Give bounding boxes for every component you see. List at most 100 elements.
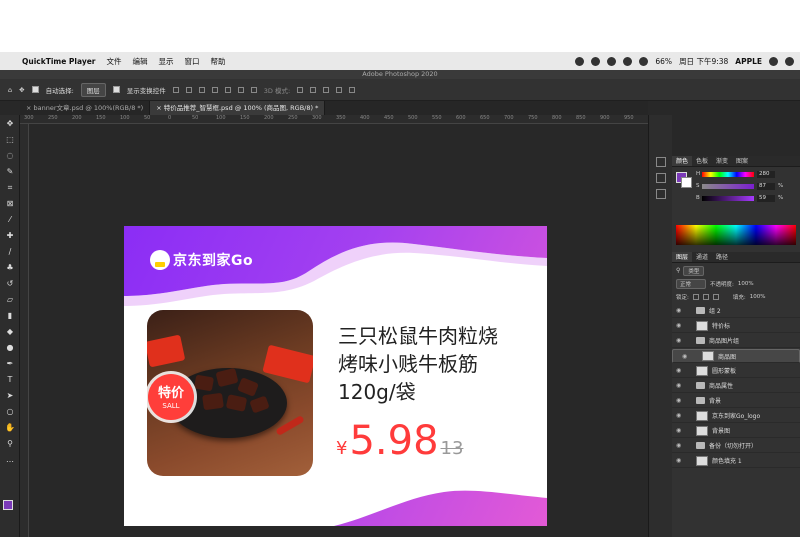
opacity-value[interactable]: 100%	[738, 281, 754, 287]
lock-all-icon[interactable]	[712, 293, 719, 300]
layer-filter-dropdown[interactable]: 类型	[683, 265, 705, 276]
hue-slider[interactable]	[702, 172, 754, 177]
roll-3d-icon[interactable]	[310, 86, 317, 93]
visibility-eye-icon[interactable]: ◉	[682, 353, 690, 360]
banner-artboard[interactable]: 京东到家Go 三只松鼠牛肉粒烧 烤味小贱牛板筋 120g/袋 ¥ 5.98 13	[124, 226, 547, 526]
blur-tool-icon[interactable]: ◆	[5, 327, 15, 337]
slide-3d-icon[interactable]	[336, 86, 343, 93]
frame-tool-icon[interactable]: ⊠	[5, 199, 15, 209]
history-panel-icon[interactable]	[656, 157, 666, 167]
eyedropper-tool-icon[interactable]: ⁄	[5, 215, 15, 225]
properties-panel-icon[interactable]	[656, 173, 666, 183]
clock[interactable]: 周日 下午9:38	[679, 56, 728, 67]
fill-value[interactable]: 100%	[750, 294, 766, 300]
marquee-tool-icon[interactable]: ⬚	[5, 135, 15, 145]
tab-channels[interactable]: 通道	[692, 252, 712, 262]
brightness-slider[interactable]	[702, 196, 754, 201]
type-tool-icon[interactable]: T	[5, 375, 15, 385]
align-right-icon[interactable]	[198, 86, 205, 93]
healing-tool-icon[interactable]: ✚	[5, 231, 15, 241]
menu-app-name[interactable]: QuickTime Player	[22, 57, 96, 66]
pan-3d-icon[interactable]	[323, 86, 330, 93]
hand-tool-icon[interactable]: ✋	[5, 423, 15, 433]
adjustments-panel-icon[interactable]	[656, 189, 666, 199]
tab-close-icon[interactable]: ×	[156, 104, 161, 112]
background-color-swatch[interactable]	[681, 177, 692, 188]
pen-tool-icon[interactable]: ✒	[5, 359, 15, 369]
wifi-icon[interactable]	[639, 56, 649, 66]
color-spectrum[interactable]	[676, 225, 796, 245]
layer-row[interactable]: ◉ 特价标	[672, 319, 800, 333]
layer-row[interactable]: ◉ 商品图	[672, 349, 800, 363]
quick-select-tool-icon[interactable]: ✎	[5, 167, 15, 177]
align-top-icon[interactable]	[211, 86, 218, 93]
menu-view[interactable]: 显示	[159, 56, 174, 67]
auto-select-dropdown[interactable]: 图层	[80, 82, 106, 97]
tab-patterns[interactable]: 图案	[732, 156, 752, 166]
tab-gradients[interactable]: 渐变	[712, 156, 732, 166]
tab-banner[interactable]: × banner文章.psd @ 100%(RGB/8 *)	[20, 101, 151, 115]
scale-3d-icon[interactable]	[349, 86, 356, 93]
control-center-icon[interactable]	[785, 56, 794, 66]
brush-tool-icon[interactable]: ∕	[5, 247, 15, 257]
siri-icon[interactable]	[769, 56, 778, 66]
tab-special-offer[interactable]: × 特价品推荐_智慧框.psd @ 100% (商品图, RGB/8) *	[150, 101, 326, 115]
visibility-eye-icon[interactable]: ◉	[676, 427, 684, 434]
visibility-eye-icon[interactable]: ◉	[676, 307, 684, 314]
visibility-eye-icon[interactable]: ◉	[676, 457, 684, 464]
auto-select-checkbox[interactable]	[31, 86, 39, 93]
lasso-tool-icon[interactable]: ◌	[5, 151, 15, 161]
layer-row[interactable]: ◉ 组 2	[672, 304, 800, 318]
battery-percent[interactable]: 66%	[655, 57, 672, 66]
layer-row[interactable]: ◉ 背景图	[672, 424, 800, 438]
zoom-tool-icon[interactable]: ⚲	[5, 439, 15, 449]
saturation-slider[interactable]	[702, 184, 754, 189]
lock-position-icon[interactable]	[702, 293, 709, 300]
shape-tool-icon[interactable]: ○	[5, 407, 15, 417]
lock-pixels-icon[interactable]	[692, 293, 699, 300]
visibility-eye-icon[interactable]: ◉	[676, 442, 684, 449]
home-icon[interactable]: ⌂	[8, 86, 12, 94]
layer-row[interactable]: ◉ 背景	[672, 394, 800, 408]
path-select-tool-icon[interactable]: ➤	[5, 391, 15, 401]
visibility-eye-icon[interactable]: ◉	[676, 337, 684, 344]
saturation-value[interactable]: 87	[757, 183, 775, 190]
tab-color[interactable]: 颜色	[672, 156, 693, 166]
status-icon[interactable]	[623, 56, 633, 66]
hue-value[interactable]: 280	[757, 171, 775, 178]
status-icon[interactable]	[591, 56, 601, 66]
menu-file[interactable]: 文件	[107, 56, 122, 67]
menu-help[interactable]: 帮助	[211, 56, 226, 67]
menu-edit[interactable]: 编辑	[133, 56, 148, 67]
brightness-value[interactable]: 59	[757, 195, 775, 202]
visibility-eye-icon[interactable]: ◉	[676, 322, 684, 329]
crop-tool-icon[interactable]: ⌗	[5, 183, 15, 193]
visibility-eye-icon[interactable]: ◉	[676, 397, 684, 404]
show-transform-checkbox[interactable]	[112, 86, 120, 93]
layer-row[interactable]: ◉ 京东到家Go_logo	[672, 409, 800, 423]
layer-row[interactable]: ◉ 圆形蒙板	[672, 364, 800, 378]
gradient-tool-icon[interactable]: ▮	[5, 311, 15, 321]
move-tool-icon[interactable]: ✥	[19, 86, 24, 94]
tab-close-icon[interactable]: ×	[26, 104, 31, 112]
status-icon[interactable]	[575, 56, 585, 66]
visibility-eye-icon[interactable]: ◉	[676, 412, 684, 419]
distribute-icon[interactable]	[250, 86, 257, 93]
foreground-color-swatch[interactable]	[3, 500, 13, 510]
tab-swatches[interactable]: 色板	[692, 156, 712, 166]
align-center-icon[interactable]	[185, 86, 192, 93]
tab-paths[interactable]: 路径	[712, 252, 732, 262]
history-brush-tool-icon[interactable]: ↺	[5, 279, 15, 289]
menu-window[interactable]: 窗口	[185, 56, 200, 67]
dodge-tool-icon[interactable]: ●	[5, 343, 15, 353]
tab-layers[interactable]: 图层	[672, 252, 693, 262]
stamp-tool-icon[interactable]: ♣	[5, 263, 15, 273]
rotate-3d-icon[interactable]	[297, 86, 304, 93]
status-icon[interactable]	[607, 56, 617, 66]
layer-row[interactable]: ◉ 备份（切勿打开）	[672, 439, 800, 453]
align-middle-icon[interactable]	[224, 86, 231, 93]
blend-mode-dropdown[interactable]: 正常	[676, 278, 707, 289]
layer-row[interactable]: ◉ 商品图片组	[672, 334, 800, 348]
more-tools-icon[interactable]: …	[5, 455, 15, 465]
user-name[interactable]: APPLE	[735, 57, 762, 66]
